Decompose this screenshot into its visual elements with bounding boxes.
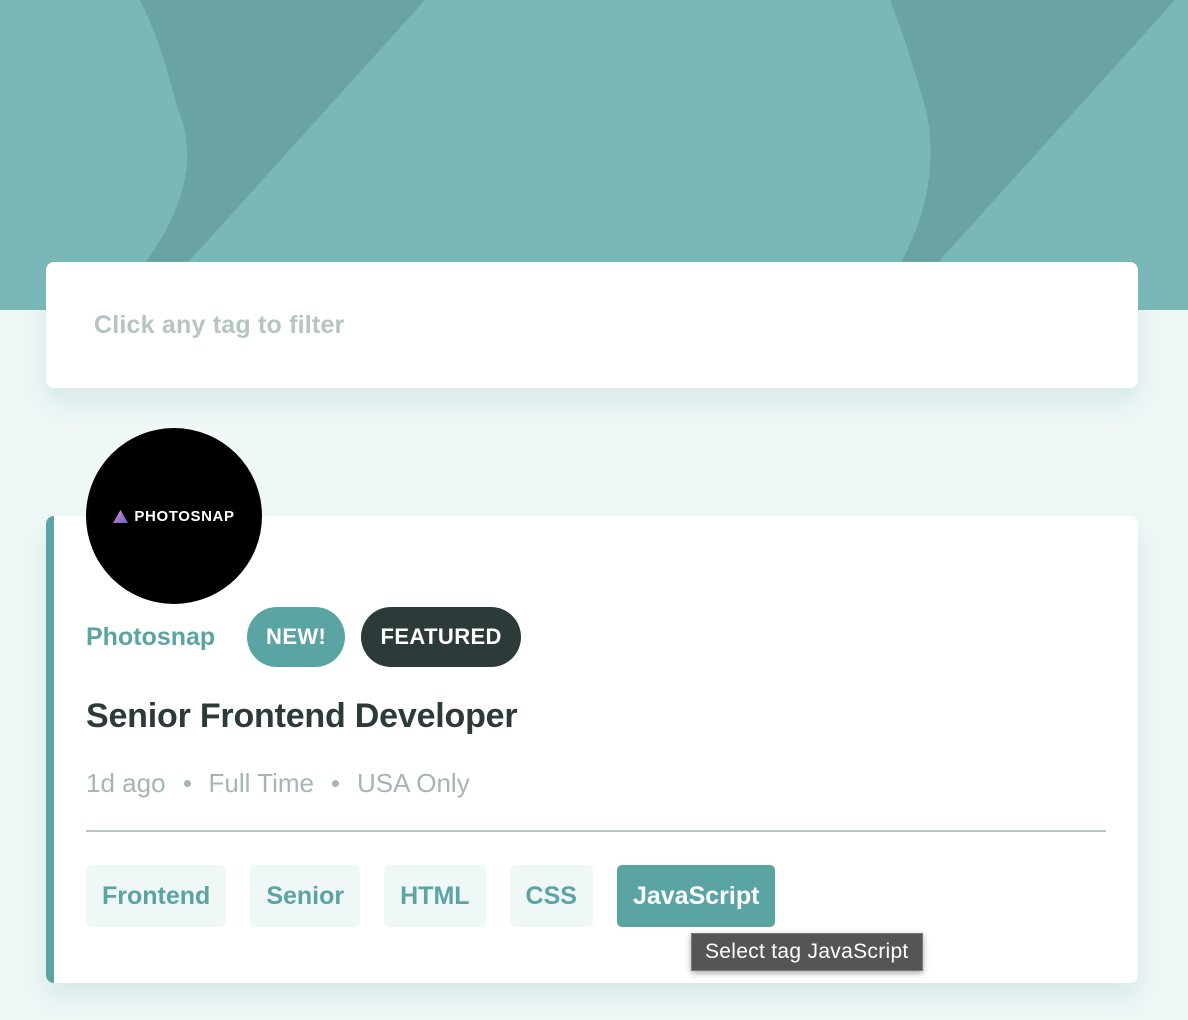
tag-javascript[interactable]: JavaScript	[616, 865, 776, 927]
tag-tooltip: Select tag JavaScript	[691, 933, 923, 971]
tag-list: Frontend Senior HTML CSS JavaScript	[86, 865, 776, 927]
separator-dot-icon	[183, 780, 191, 787]
company-row: Photosnap NEW! FEATURED	[86, 607, 522, 667]
contract-type: Full Time	[208, 768, 314, 798]
tag-html[interactable]: HTML	[384, 865, 486, 927]
separator-dot-icon	[332, 780, 339, 787]
filter-placeholder: Click any tag to filter	[94, 310, 345, 339]
company-logo: PHOTOSNAP	[86, 428, 262, 604]
new-badge: NEW!	[247, 607, 346, 667]
card-divider	[86, 830, 1106, 832]
posted-time: 1d ago	[86, 768, 166, 798]
tag-css[interactable]: CSS	[509, 865, 593, 927]
job-title[interactable]: Senior Frontend Developer	[86, 697, 518, 736]
featured-badge: FEATURED	[361, 607, 522, 667]
triangle-logo-icon	[113, 509, 129, 523]
tag-senior[interactable]: Senior	[250, 865, 361, 927]
tag-frontend[interactable]: Frontend	[86, 865, 227, 927]
company-name: Photosnap	[86, 622, 216, 651]
job-location: USA Only	[357, 768, 470, 798]
job-meta: 1d ago Full Time USA Only	[86, 768, 470, 799]
logo-text: PHOTOSNAP	[134, 507, 235, 525]
filter-bar[interactable]: Click any tag to filter	[46, 262, 1138, 388]
